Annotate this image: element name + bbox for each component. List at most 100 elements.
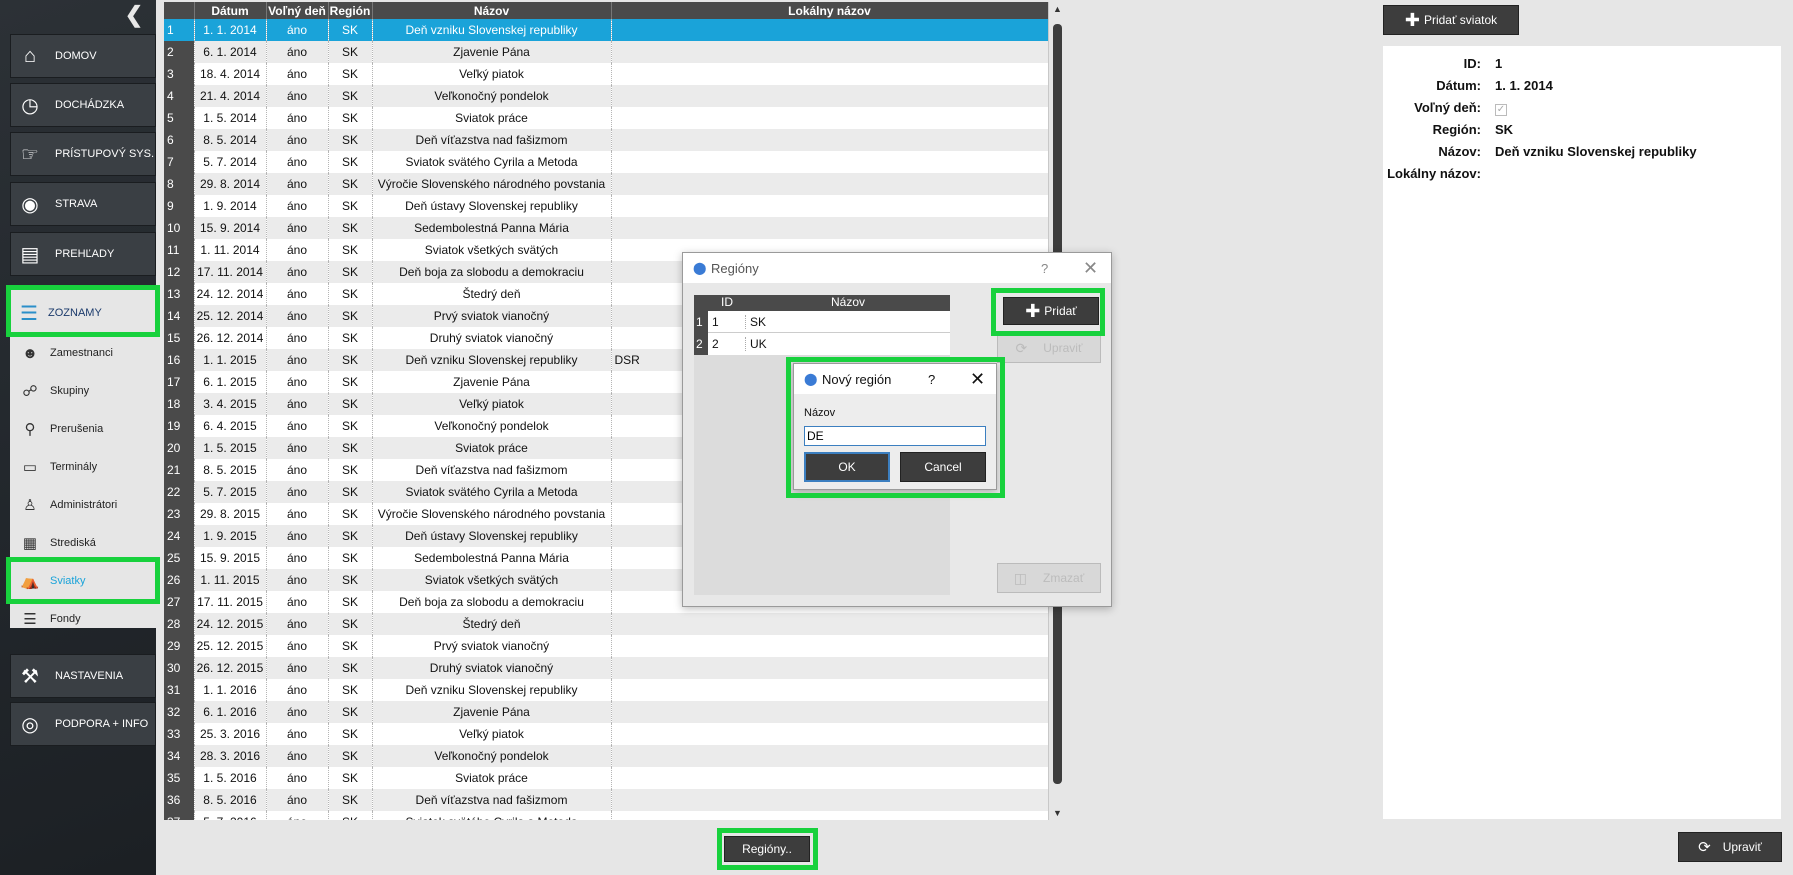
region-cell: SK <box>328 415 373 437</box>
collapse-sidebar-icon[interactable]: ❮ <box>124 4 144 26</box>
upravit-sviatok-button[interactable]: ⟳ Upraviť <box>1678 832 1782 862</box>
row-number-header <box>164 2 195 19</box>
region-cell: SK <box>328 503 373 525</box>
upravit-region-button[interactable]: ⟳ Upraviť <box>997 333 1101 363</box>
column-header[interactable]: Dátum <box>194 2 267 19</box>
day-off-cell: áno <box>266 41 329 63</box>
column-header[interactable]: Voľný deň <box>266 2 329 19</box>
region-cell: SK <box>328 811 373 820</box>
trash-icon: ◫ <box>1013 569 1028 586</box>
sidebar-item-administratori[interactable]: ♙ Administrátori <box>10 486 156 524</box>
table-row[interactable]: 8 29. 8. 2014 áno SK Výročie Slovenského nár… <box>164 173 1049 195</box>
region-cell: SK <box>328 371 373 393</box>
region-cell: SK <box>328 767 373 789</box>
name-cell: Deň boja za slobodu a demokraciu <box>372 261 612 283</box>
table-row[interactable]: 375. 7. 2016ánoSKSviatok svätého Cyrila … <box>164 811 1049 820</box>
day-off-cell: áno <box>266 129 329 151</box>
nav-dochadzka[interactable]: ◷ DOCHÁDZKA <box>10 83 156 127</box>
table-row[interactable]: 3 18. 4. 2014 áno SK Veľký piatok <box>164 63 1049 85</box>
date-cell: 24. 12. 2014 <box>194 283 267 305</box>
table-row[interactable]: 36 8. 5. 2016 áno SK Deň víťazstva nad fašiz… <box>164 789 1049 811</box>
nav-prehlady[interactable]: ▤ PREHĽADY <box>10 232 156 276</box>
close-icon[interactable]: ✕ <box>970 369 985 390</box>
pridat-sviatok-button[interactable]: ✚ Pridať sviatok <box>1383 5 1519 35</box>
ok-button[interactable]: OK <box>804 452 890 482</box>
nav-zoznamy[interactable]: ☰ ZOZNAMY <box>10 291 156 335</box>
column-header[interactable]: Názov <box>372 2 612 19</box>
table-row[interactable]: 6 8. 5. 2014 áno SK Deň víťazstva nad fašizm… <box>164 129 1049 151</box>
nav-domov[interactable]: ⌂ DOMOV <box>10 34 156 78</box>
row-number: 25 <box>164 547 195 569</box>
table-row[interactable]: 32 6. 1. 2016 áno SK Zjavenie Pána <box>164 701 1049 723</box>
regiony-button[interactable]: Regióny.. <box>724 836 810 862</box>
detail-value: 1. 1. 2014 <box>1495 78 1553 93</box>
table-row[interactable]: 35 1. 5. 2016 áno SK Sviatok práce <box>164 767 1049 789</box>
nav-nastavenia[interactable]: ⚒ NASTAVENIA <box>10 654 156 698</box>
table-row[interactable]: 30 26. 12. 2015 áno SK Druhý sviatok vianočn… <box>164 657 1049 679</box>
nav-podpora-info[interactable]: ◎ PODPORA + INFO <box>10 702 156 746</box>
row-number: 2 <box>164 41 195 63</box>
nav-pristupovy-sys[interactable]: ☞ PRÍSTUPOVÝ SYS. <box>10 132 156 176</box>
sidebar-item-zamestnanci[interactable]: ☻ Zamestnanci <box>10 334 156 372</box>
sidebar-item-terminaly[interactable]: ▭ Terminály <box>10 448 156 486</box>
table-row[interactable]: 31 1. 1. 2016 áno SK Deň vzniku Slovenskej r… <box>164 679 1049 701</box>
help-icon[interactable]: ? <box>1041 261 1048 276</box>
help-icon[interactable]: ? <box>928 372 935 387</box>
region-cell: SK <box>328 195 373 217</box>
sidebar-item-strediska[interactable]: ▦ Strediská <box>10 524 156 562</box>
sidebar-item-prerusenia[interactable]: ⚲ Prerušenia <box>10 410 156 448</box>
nav-strava[interactable]: ◉ STRAVA <box>10 182 156 226</box>
table-row[interactable]: 7 5. 7. 2014 áno SK Sviatok svätého Cyrila a… <box>164 151 1049 173</box>
row-number: 1 <box>694 310 708 333</box>
people-icon: ☻ <box>22 344 38 362</box>
table-row[interactable]: 10 15. 9. 2014 áno SK Sedembolestná Panna Má… <box>164 217 1049 239</box>
handshake-icon: ☞ <box>21 143 39 166</box>
table-row[interactable]: 33 25. 3. 2016 áno SK Veľký piatok <box>164 723 1049 745</box>
date-cell: 8. 5. 2016 <box>194 789 267 811</box>
day-off-cell: áno <box>266 217 329 239</box>
day-off-cell: áno <box>266 327 329 349</box>
table-row[interactable]: 4 21. 4. 2014 áno SK Veľkonočný pondelok <box>164 85 1049 107</box>
novy-region-dialog: ⬤ Nový región ? ✕ Názov OK Cancel <box>793 363 997 490</box>
date-cell: 25. 3. 2016 <box>194 723 267 745</box>
date-cell: 5. 7. 2016 <box>194 811 267 820</box>
scroll-down-icon[interactable]: ▼ <box>1053 808 1062 818</box>
table-row[interactable]: 5 1. 5. 2014 áno SK Sviatok práce <box>164 107 1049 129</box>
close-icon[interactable]: ✕ <box>1083 258 1098 279</box>
region-cell: SK <box>328 107 373 129</box>
table-row[interactable]: 9 1. 9. 2014 áno SK Deň ústavy Slovenskej re… <box>164 195 1049 217</box>
name-cell: Štedrý deň <box>372 283 612 305</box>
table-row[interactable]: 1 1. 1. 2014 áno SK Deň vzniku Slovenskej re… <box>164 19 1049 41</box>
scroll-up-icon[interactable]: ▲ <box>1053 4 1062 14</box>
table-row[interactable]: 1 1 SK <box>694 310 950 333</box>
region-name-input[interactable] <box>804 426 986 446</box>
region-cell: SK <box>328 327 373 349</box>
date-cell: 1. 5. 2016 <box>194 767 267 789</box>
table-row[interactable]: 28 24. 12. 2015 áno SK Štedrý deň <box>164 613 1049 635</box>
name-cell: Deň víťazstva nad fašizmom <box>372 129 612 151</box>
column-header[interactable]: Názov <box>746 295 950 311</box>
table-row[interactable]: 2 6. 1. 2014 áno SK Zjavenie Pána <box>164 41 1049 63</box>
sidebar-item-sviatky[interactable]: ⛺ Sviatky <box>10 562 156 600</box>
table-row[interactable]: 34 28. 3. 2016 áno SK Veľkonočný pondelok <box>164 745 1049 767</box>
local-name-cell <box>611 767 1049 789</box>
column-header[interactable]: Región <box>328 2 373 19</box>
column-header[interactable]: ID <box>708 295 746 311</box>
sidebar-item-skupiny[interactable]: ☍ Skupiny <box>10 372 156 410</box>
row-number: 19 <box>164 415 195 437</box>
day-off-cell: áno <box>266 459 329 481</box>
day-off-cell: áno <box>266 371 329 393</box>
day-off-cell: áno <box>266 151 329 173</box>
column-header[interactable]: Lokálny názov <box>611 2 1049 19</box>
novy-region-titlebar: ⬤ Nový región ? ✕ <box>794 364 996 394</box>
local-name-cell <box>611 173 1049 195</box>
date-cell: 17. 11. 2015 <box>194 591 267 613</box>
table-row[interactable]: 29 25. 12. 2015 áno SK Prvý sviatok vianočný <box>164 635 1049 657</box>
detail-label: ID: <box>1463 56 1481 71</box>
cancel-button[interactable]: Cancel <box>900 452 986 482</box>
sidebar-item-fondy[interactable]: ☰ Fondy <box>10 600 156 638</box>
sidebar-item-label: Sviatky <box>50 575 86 587</box>
pridat-region-button[interactable]: ✚ Pridať <box>1003 297 1099 325</box>
table-row[interactable]: 2 2 UK <box>694 333 950 355</box>
zmazat-region-button[interactable]: ◫ Zmazať <box>997 563 1101 593</box>
